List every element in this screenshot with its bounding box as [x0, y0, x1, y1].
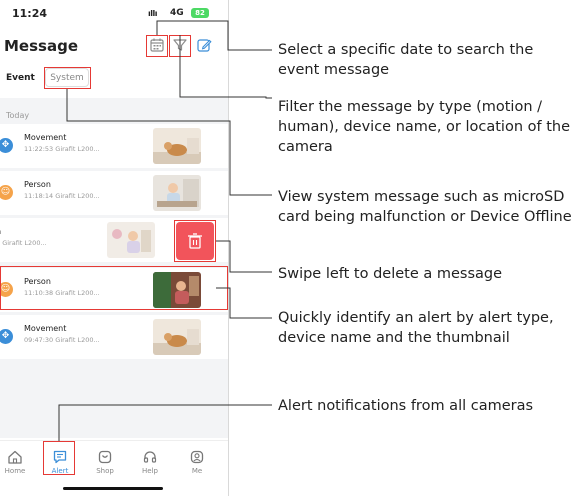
annotation-filter: Filter the message by type (motion / hum…	[278, 99, 570, 155]
annotation-delete: Swipe left to delete a message	[278, 266, 503, 282]
annotation-date: Select a specific date to search the eve…	[278, 42, 534, 78]
annotation-alerts: Alert notifications from all cameras	[278, 398, 534, 414]
annotation-identify: Quickly identify an alert by alert type,…	[278, 310, 554, 346]
annotation-system: View system message such as microSD card…	[278, 189, 572, 225]
